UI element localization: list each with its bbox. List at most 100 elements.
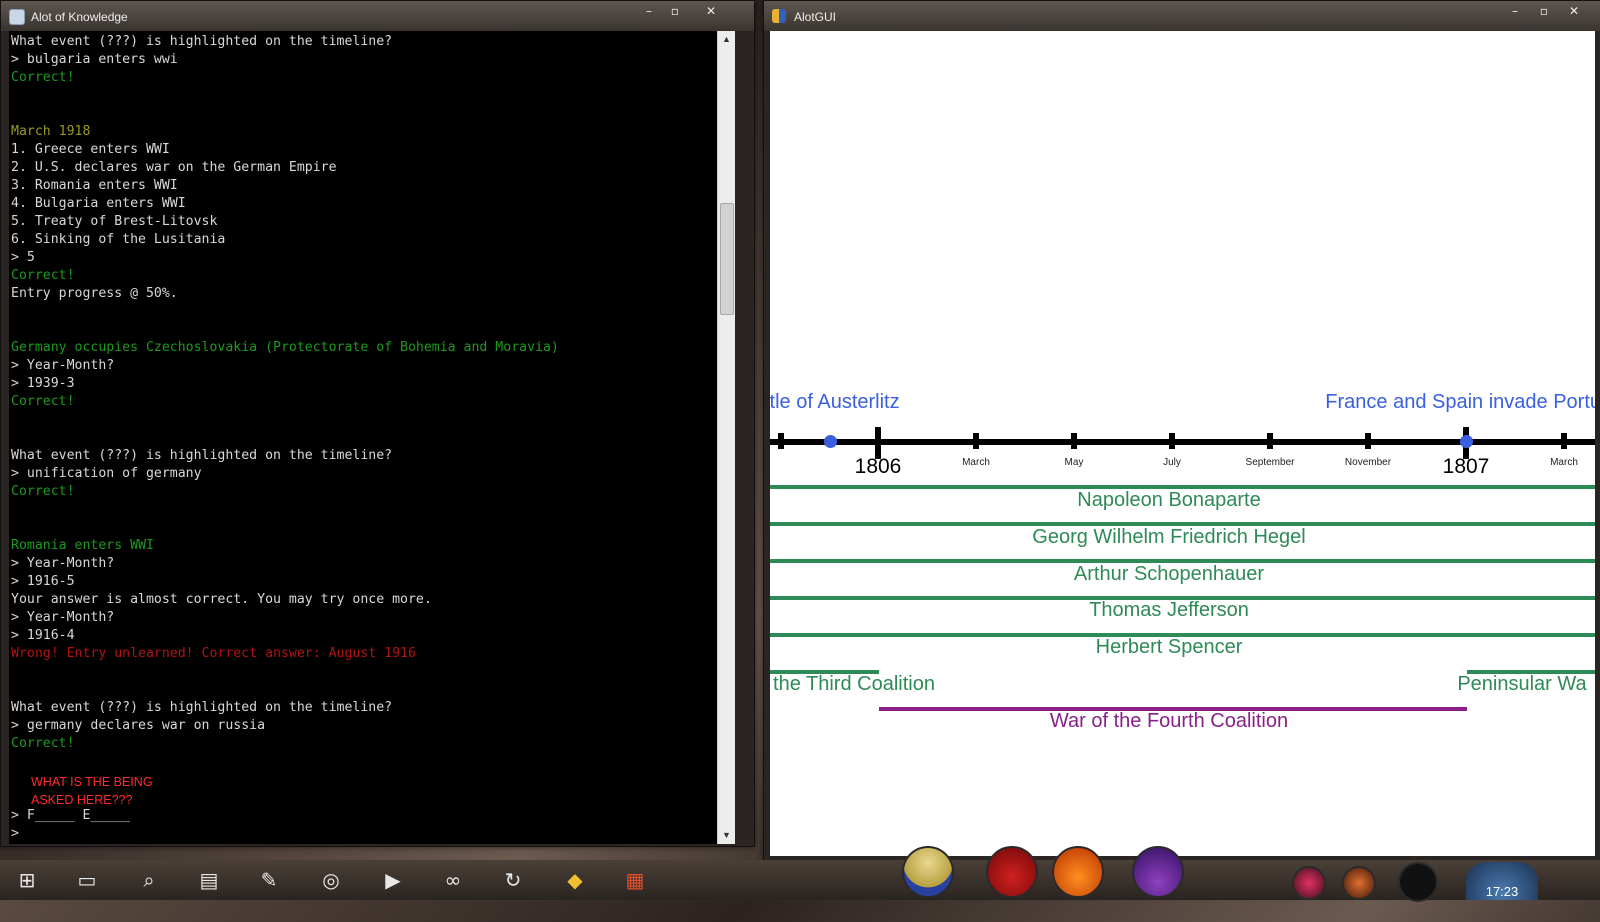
- month-tick: [1071, 433, 1077, 449]
- console-line: > 1916-5: [11, 574, 75, 589]
- month-label: March: [1550, 457, 1578, 468]
- person-label[interactable]: Napoleon Bonaparte: [1077, 489, 1260, 512]
- month-label: September: [1245, 457, 1295, 468]
- month-tick: [1169, 433, 1175, 449]
- timeline-window: AlotGUI – ▫ ✕ ttle of Austerlitz France …: [763, 0, 1600, 862]
- person-label[interactable]: Herbert Spencer: [1096, 636, 1243, 659]
- console-line: Your answer is almost correct. You may t…: [11, 592, 432, 607]
- event-marker-austerlitz[interactable]: [824, 435, 837, 448]
- play-icon[interactable]: ▶: [380, 868, 406, 892]
- palette-icon[interactable]: ▦: [622, 868, 648, 892]
- console-lines: What event (???) is highlighted on the t…: [11, 33, 559, 843]
- close-button[interactable]: ✕: [697, 3, 725, 19]
- console-line: March 1918: [11, 124, 91, 139]
- close-button[interactable]: ✕: [1560, 3, 1588, 19]
- month-tick: [973, 433, 979, 449]
- console-window: Alot of Knowledge – ▫ ✕ What event (???)…: [0, 0, 755, 847]
- console-line: > 1939-3: [11, 376, 75, 391]
- month-tick: [1365, 433, 1371, 449]
- timeline-titlebar[interactable]: AlotGUI – ▫ ✕: [764, 1, 1600, 31]
- console-output[interactable]: What event (???) is highlighted on the t…: [9, 31, 735, 844]
- gauge-orb-icon: [902, 846, 954, 898]
- person-label[interactable]: Thomas Jefferson: [1089, 599, 1249, 622]
- fire-orb-icon: [1052, 846, 1104, 898]
- red-annotation-text: WHAT IS THE BEING ASKED HERE???: [31, 775, 153, 807]
- timeline-app-icon: [772, 9, 786, 23]
- scroll-thumb[interactable]: [720, 203, 734, 315]
- year-label-1806: 1806: [854, 455, 902, 478]
- python-icon[interactable]: ◆: [562, 868, 588, 892]
- war-label-fourth-coalition[interactable]: War of the Fourth Coalition: [1050, 710, 1288, 733]
- minimize-button[interactable]: –: [1501, 3, 1529, 19]
- console-line: 5. Treaty of Brest-Litovsk: [11, 214, 218, 229]
- month-label: July: [1163, 457, 1181, 468]
- month-tick: [1561, 433, 1567, 449]
- event-label-austerlitz[interactable]: ttle of Austerlitz: [770, 391, 900, 414]
- console-line: 6. Sinking of the Lusitania: [11, 232, 226, 247]
- console-line: 4. Bulgaria enters WWI: [11, 196, 186, 211]
- console-line: 3. Romania enters WWI: [11, 178, 178, 193]
- console-window-title: Alot of Knowledge: [31, 10, 128, 24]
- tray-app-icon[interactable]: [1292, 866, 1326, 900]
- link-icon[interactable]: ∞: [440, 868, 466, 892]
- console-line: > Year-Month?: [11, 610, 115, 625]
- console-line: Correct!: [11, 394, 75, 409]
- month-label: March: [962, 457, 990, 468]
- year-label-1807: 1807: [1442, 455, 1490, 478]
- maximize-button[interactable]: ▫: [1530, 3, 1558, 19]
- document-icon[interactable]: ▤: [196, 868, 222, 892]
- start-icon[interactable]: ⊞: [14, 868, 40, 892]
- skyrim-icon[interactable]: [1342, 866, 1376, 900]
- desktop-icon[interactable]: ▭: [74, 868, 100, 892]
- clock[interactable]: 17:23: [1466, 862, 1538, 900]
- event-marker-france-spain[interactable]: [1460, 435, 1473, 448]
- search-icon[interactable]: ⌕: [136, 868, 162, 892]
- console-line: Romania enters WWI: [11, 538, 154, 553]
- chrome-icon[interactable]: ◎: [318, 868, 344, 892]
- console-line: What event (???) is highlighted on the t…: [11, 700, 393, 715]
- console-line: > F_____ E_____: [11, 808, 131, 823]
- mana-orb-icon: [1132, 846, 1184, 898]
- scroll-up-icon[interactable]: ▲: [718, 31, 735, 48]
- person-label[interactable]: Georg Wilhelm Friedrich Hegel: [1032, 526, 1305, 549]
- war-label-third-coalition[interactable]: the Third Coalition: [773, 673, 935, 696]
- console-line: What event (???) is highlighted on the t…: [11, 34, 393, 49]
- person-label[interactable]: Arthur Schopenhauer: [1074, 563, 1264, 586]
- minimize-button[interactable]: –: [635, 3, 663, 19]
- month-label: November: [1344, 457, 1392, 468]
- console-line: Wrong! Entry unlearned! Correct answer: …: [11, 646, 416, 661]
- console-line: Correct!: [11, 736, 75, 751]
- month-tick: [778, 433, 784, 449]
- tray-black-icon[interactable]: [1398, 862, 1438, 902]
- console-line: Correct!: [11, 70, 75, 85]
- console-line: >: [11, 826, 19, 841]
- console-line: 2. U.S. declares war on the German Empir…: [11, 160, 337, 175]
- console-scrollbar[interactable]: ▲ ▼: [717, 31, 735, 844]
- maximize-button[interactable]: ▫: [661, 3, 689, 19]
- month-tick: [1267, 433, 1273, 449]
- console-line: Correct!: [11, 268, 75, 283]
- timeline-canvas[interactable]: ttle of Austerlitz France and Spain inva…: [770, 31, 1595, 856]
- console-titlebar[interactable]: Alot of Knowledge – ▫ ✕: [1, 1, 754, 31]
- pen-icon[interactable]: ✎: [256, 868, 282, 892]
- war-label-peninsular[interactable]: Peninsular Wa: [1457, 673, 1586, 696]
- console-line: > 1916-4: [11, 628, 75, 643]
- console-line: > Year-Month?: [11, 358, 115, 373]
- swirl-icon[interactable]: ↻: [500, 868, 526, 892]
- console-line: > unification of germany: [11, 466, 202, 481]
- event-label-france-spain[interactable]: France and Spain invade Portu: [1325, 391, 1595, 414]
- scroll-down-icon[interactable]: ▼: [718, 827, 735, 844]
- console-line: > 5: [11, 250, 35, 265]
- timeline-window-title: AlotGUI: [794, 10, 837, 24]
